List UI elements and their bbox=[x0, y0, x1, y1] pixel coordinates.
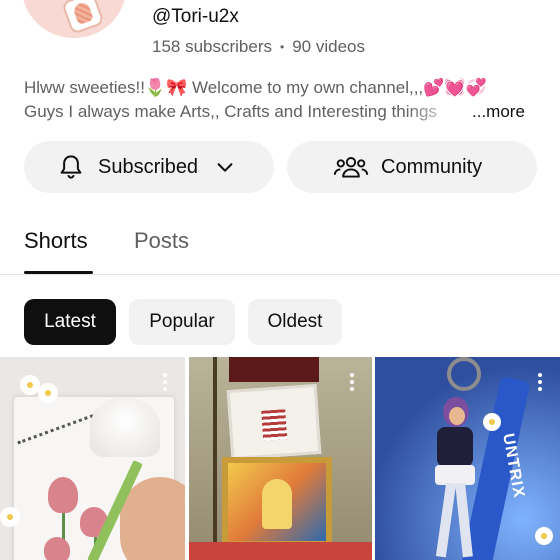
video-count: 90 videos bbox=[292, 37, 365, 56]
channel-stats: 158 subscribers • 90 videos bbox=[152, 37, 365, 57]
chevron-down-icon bbox=[217, 163, 233, 172]
more-vert-icon[interactable] bbox=[350, 373, 354, 391]
subscribed-button[interactable]: Subscribed bbox=[24, 141, 274, 193]
daisy-sticker bbox=[40, 385, 56, 401]
short-thumbnail[interactable] bbox=[189, 357, 372, 560]
anime-figure bbox=[425, 397, 485, 558]
short-thumbnail[interactable] bbox=[0, 357, 185, 560]
tulip-drawing bbox=[44, 537, 70, 560]
subscriber-count: 158 subscribers bbox=[152, 37, 273, 56]
frame-top bbox=[229, 357, 319, 382]
daisy-sticker bbox=[22, 377, 38, 393]
community-icon bbox=[333, 157, 369, 178]
keyring bbox=[447, 357, 481, 391]
description-line-1: Hlww sweeties!!🌷🎀 Welcome to my own chan… bbox=[24, 78, 487, 97]
shelf-bottom bbox=[189, 542, 372, 560]
bell-icon bbox=[60, 155, 82, 179]
channel-avatar[interactable] bbox=[22, 0, 126, 38]
flower-sticker bbox=[483, 413, 501, 431]
figure-leg bbox=[435, 482, 457, 558]
figure-skirt bbox=[435, 465, 475, 485]
figure-face bbox=[449, 407, 465, 425]
certificate bbox=[226, 383, 322, 461]
figure-body bbox=[437, 427, 473, 467]
filter-chip-popular[interactable]: Popular bbox=[129, 299, 235, 345]
subscribed-label: Subscribed bbox=[98, 155, 199, 178]
filter-chip-oldest[interactable]: Oldest bbox=[248, 299, 342, 345]
daisy-sticker bbox=[2, 509, 18, 525]
more-vert-icon[interactable] bbox=[538, 373, 542, 391]
description-line-2: Guys I always make Arts,, Crafts and Int… bbox=[24, 100, 464, 124]
picture-frame bbox=[222, 457, 332, 547]
stats-separator: • bbox=[280, 40, 285, 54]
filter-chip-latest[interactable]: Latest bbox=[24, 299, 116, 345]
community-label: Community bbox=[381, 155, 483, 178]
channel-handle: @Tori-u2x bbox=[152, 6, 239, 27]
tab-shorts[interactable]: Shorts bbox=[24, 228, 88, 254]
short-thumbnail[interactable]: UNTRIX bbox=[375, 357, 560, 560]
community-button[interactable]: Community bbox=[287, 141, 537, 193]
tulip-drawing bbox=[48, 477, 78, 513]
channel-description[interactable]: Hlww sweeties!!🌷🎀 Welcome to my own chan… bbox=[24, 76, 544, 124]
figure-leg bbox=[455, 482, 473, 558]
flower-sticker bbox=[535, 527, 553, 545]
more-vert-icon[interactable] bbox=[163, 373, 167, 391]
shell-drawing bbox=[90, 397, 160, 457]
pole bbox=[213, 357, 217, 560]
more-link[interactable]: ...more bbox=[472, 100, 525, 124]
tab-posts[interactable]: Posts bbox=[134, 228, 189, 254]
tabs-divider bbox=[0, 274, 560, 275]
avatar-sticker bbox=[61, 0, 105, 35]
